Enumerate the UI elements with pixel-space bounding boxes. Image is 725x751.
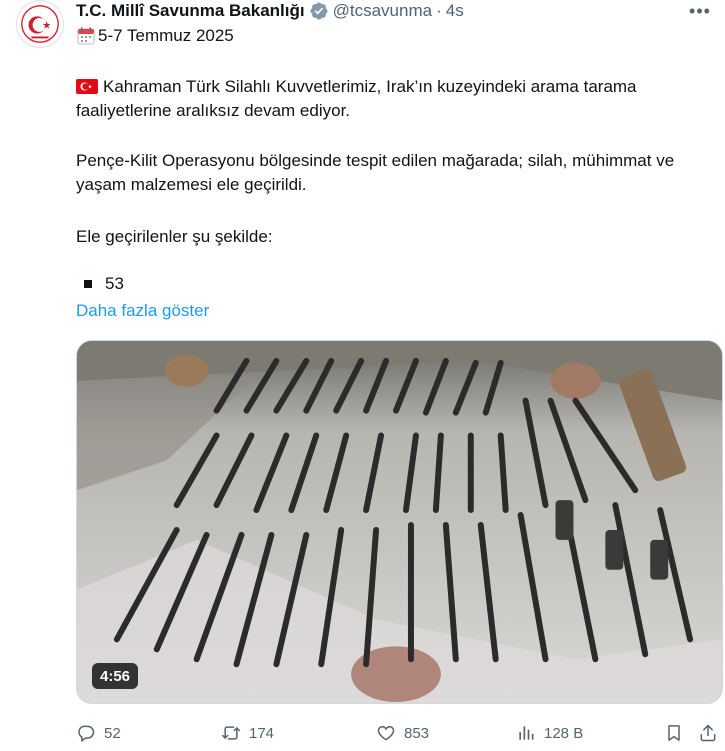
repost-count: 174	[249, 724, 275, 742]
author-handle[interactable]: @tcsavunma	[333, 1, 432, 21]
date-line: 5-7 Temmuz 2025	[76, 26, 234, 46]
verified-badge-icon[interactable]	[309, 1, 329, 21]
seized-weapons-image	[77, 341, 722, 703]
avatar[interactable]	[16, 0, 64, 48]
heart-icon	[377, 725, 395, 741]
views-button[interactable]: 128 B	[516, 720, 583, 746]
repost-icon	[221, 726, 241, 740]
tweet-paragraph-3: Ele geçirilenler şu şekilde:	[76, 227, 273, 246]
reply-count: 52	[104, 724, 121, 742]
turkey-flag-icon	[76, 79, 98, 94]
paragraph-1-text: Kahraman Türk Silahlı Kuvvetlerimiz, Ira…	[76, 77, 637, 120]
reply-icon	[78, 725, 95, 742]
list-item: 53	[84, 274, 124, 294]
bookmark-icon	[668, 725, 680, 741]
repost-button[interactable]: 174	[221, 720, 274, 746]
calendar-icon	[76, 26, 96, 46]
video-duration-badge: 4:56	[92, 663, 139, 689]
share-button[interactable]	[698, 720, 718, 746]
reply-button[interactable]: 52	[76, 720, 121, 746]
view-count: 128 B	[544, 724, 584, 742]
date-text: 5-7 Temmuz 2025	[98, 26, 234, 45]
show-more-link[interactable]: Daha fazla göster	[76, 299, 209, 323]
like-button[interactable]: 853	[376, 720, 429, 746]
ministry-logo-icon	[17, 1, 63, 47]
more-options-button[interactable]: •••	[685, 0, 715, 22]
bookmark-button[interactable]	[664, 720, 684, 746]
action-bar: 52 174 853 128 B	[76, 720, 716, 746]
tweet-paragraph-2: Pençe-Kilit Operasyonu bölgesinde tespit…	[76, 151, 675, 194]
share-icon	[700, 724, 716, 742]
tweet-header: T.C. Millî Savunma Bakanlığı @tcsavunma …	[76, 0, 464, 22]
video-thumbnail[interactable]	[76, 340, 723, 704]
analytics-icon	[519, 726, 534, 740]
display-name[interactable]: T.C. Millî Savunma Bakanlığı	[76, 1, 305, 21]
separator-dot: ·	[436, 1, 442, 20]
more-icon: •••	[689, 0, 711, 21]
tweet-time[interactable]: 4s	[446, 1, 464, 21]
tweet-paragraph-1: Kahraman Türk Silahlı Kuvvetlerimiz, Ira…	[76, 75, 716, 123]
tweet: T.C. Millî Savunma Bakanlığı @tcsavunma …	[0, 0, 725, 751]
bullet-icon	[84, 280, 92, 288]
bullet-value: 53	[105, 274, 124, 293]
like-count: 853	[404, 724, 430, 742]
